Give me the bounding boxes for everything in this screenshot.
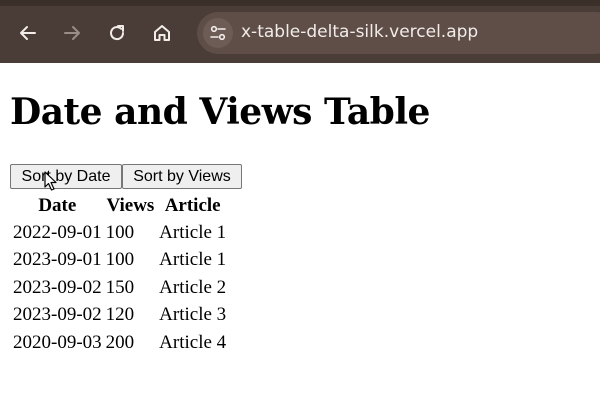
back-arrow-icon	[20, 26, 36, 40]
cell-article: Article 4	[159, 331, 227, 353]
header-date: Date	[38, 194, 77, 216]
forward-arrow-icon	[64, 26, 80, 40]
cell-date: 2023-09-01	[13, 249, 102, 271]
forward-button[interactable]	[57, 18, 87, 48]
cell-date: 2023-09-02	[13, 276, 102, 298]
cell-date: 2022-09-01	[13, 221, 102, 243]
site-settings-icon	[210, 25, 226, 41]
table-row: 2023-09-02 120 Article 3	[12, 303, 227, 329]
page-content: Date and Views Table Sort by Date Sort b…	[0, 63, 600, 400]
address-bar[interactable]: x-table-delta-silk.vercel.app	[197, 12, 600, 54]
reload-button[interactable]	[102, 18, 132, 48]
browser-toolbar: x-table-delta-silk.vercel.app	[0, 0, 600, 63]
mouse-pointer-icon	[44, 171, 57, 191]
table-row: 2023-09-01 100 Article 1	[12, 248, 227, 274]
header-article: Article	[164, 194, 221, 216]
url-text[interactable]: x-table-delta-silk.vercel.app	[241, 22, 478, 42]
back-button[interactable]	[13, 18, 43, 48]
home-icon	[154, 25, 170, 41]
sort-by-views-button[interactable]: Sort by Views	[122, 164, 242, 189]
cell-article: Article 3	[159, 304, 227, 326]
page-title: Date and Views Table	[10, 91, 430, 133]
tab-strip	[0, 0, 600, 6]
cell-article: Article 1	[159, 221, 227, 243]
cell-article: Article 1	[159, 249, 227, 271]
site-settings-button[interactable]	[203, 18, 233, 48]
sort-by-date-button[interactable]: Sort by Date	[10, 164, 122, 189]
home-button[interactable]	[147, 18, 177, 48]
cell-views: 100	[105, 249, 135, 271]
table-header-row: Date Views Article	[12, 193, 227, 218]
table-row: 2020-09-03 200 Article 4	[12, 330, 227, 356]
reload-icon	[110, 25, 125, 41]
cell-views: 120	[105, 304, 135, 326]
table-row: 2023-09-02 150 Article 2	[12, 275, 227, 301]
table-row: 2022-09-01 100 Article 1	[12, 220, 227, 246]
cell-article: Article 2	[159, 276, 227, 298]
header-views: Views	[106, 194, 155, 216]
cell-views: 150	[105, 276, 135, 298]
cell-views: 100	[105, 221, 135, 243]
data-table: Date Views Article 2022-09-01 100 Articl…	[10, 191, 229, 358]
cell-date: 2020-09-03	[13, 331, 102, 353]
cell-views: 200	[105, 331, 135, 353]
cell-date: 2023-09-02	[13, 304, 102, 326]
